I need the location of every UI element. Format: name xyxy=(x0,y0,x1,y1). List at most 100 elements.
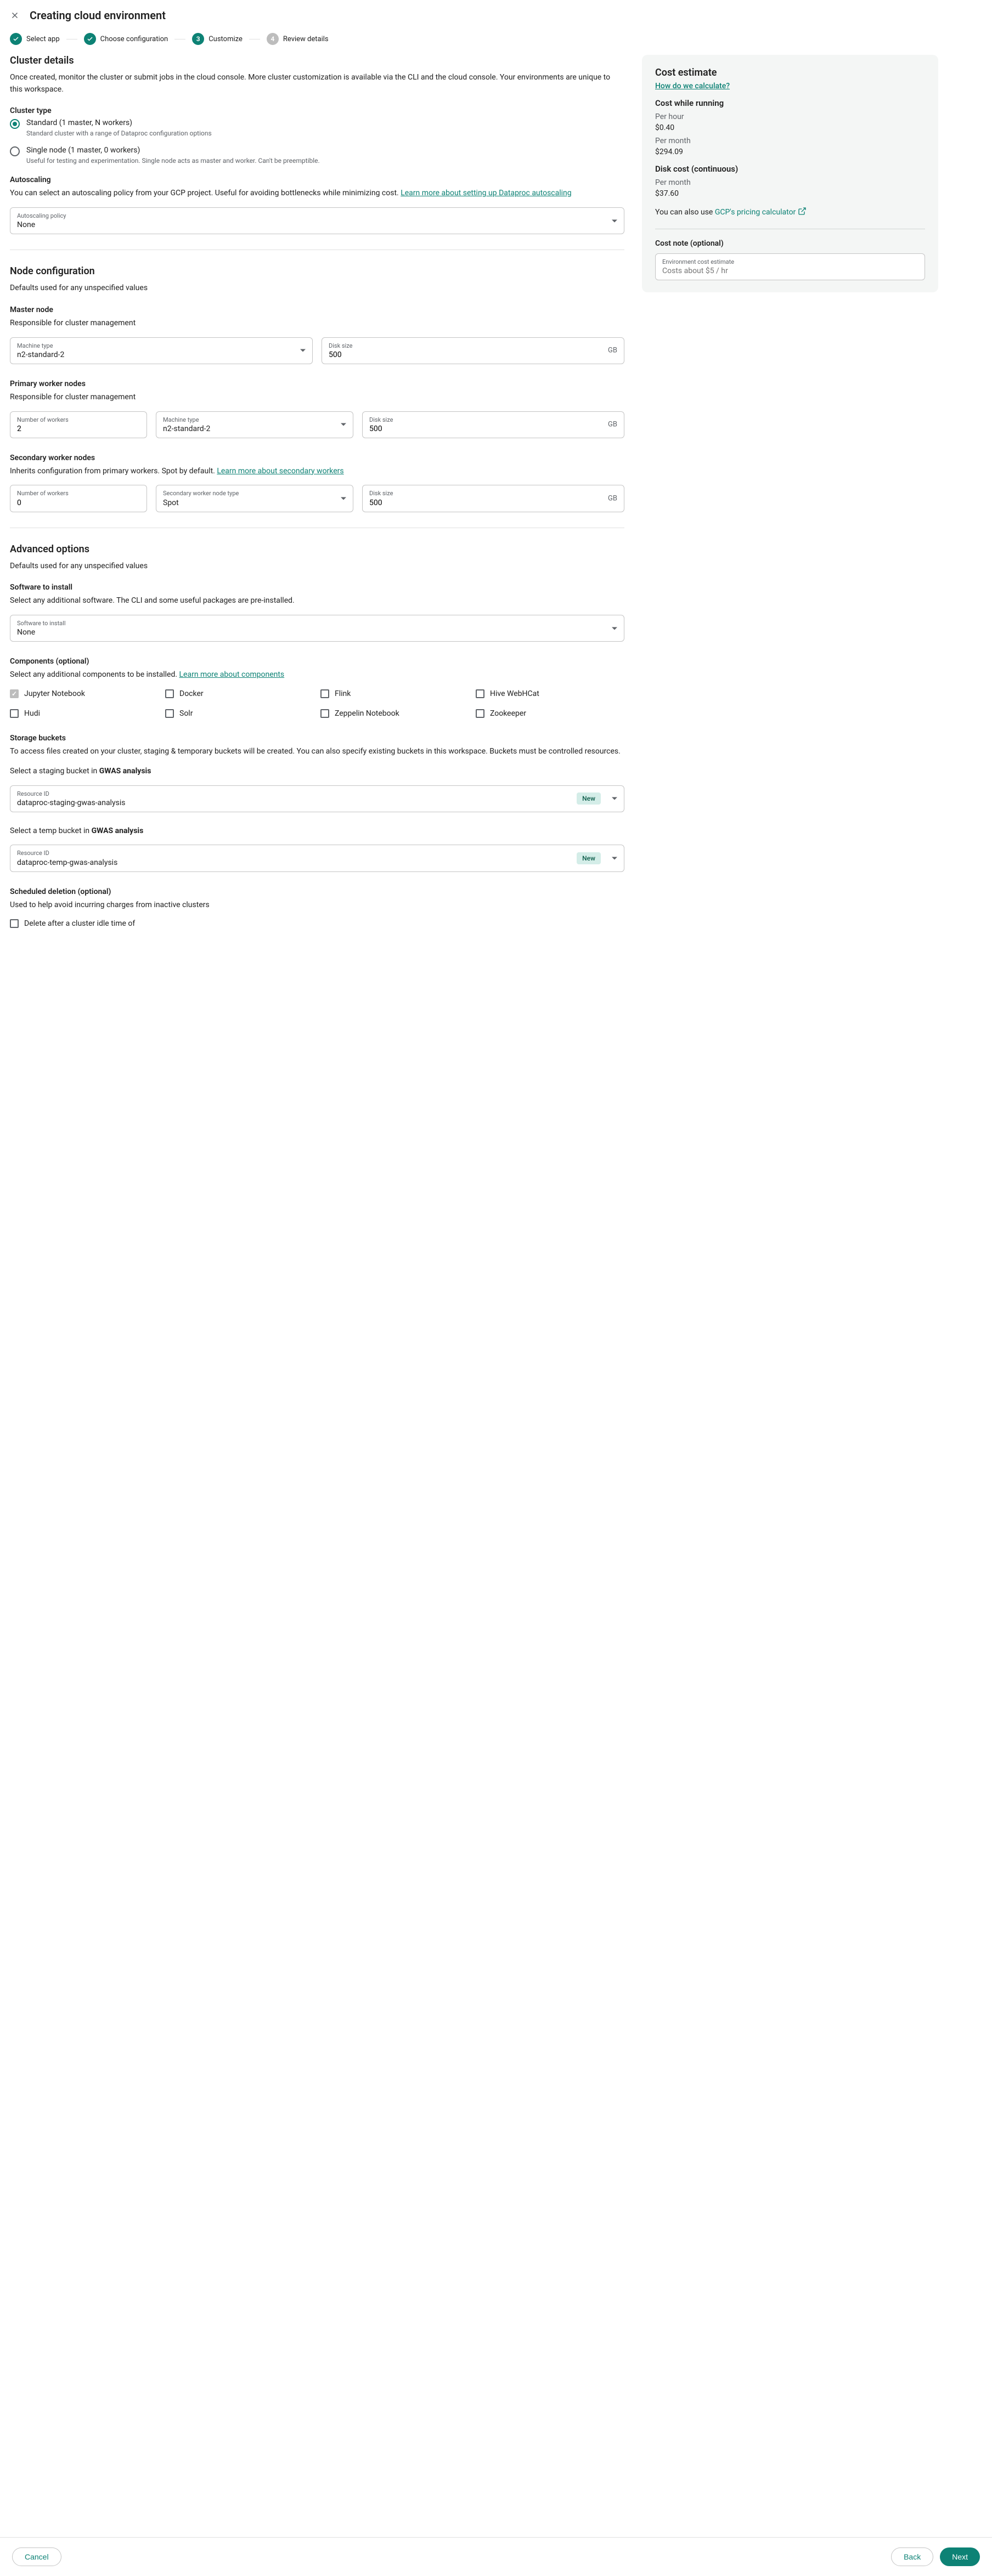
software-heading: Software to install xyxy=(10,583,624,592)
field-value: dataproc-temp-gwas-analysis xyxy=(17,858,604,867)
component-hudi[interactable]: Hudi xyxy=(10,709,159,718)
cost-estimate-card: Cost estimate How do we calculate? Cost … xyxy=(642,55,938,292)
close-icon[interactable] xyxy=(10,10,20,20)
checkbox-label: Flink xyxy=(335,689,351,699)
primary-disk-size-input[interactable]: Disk size GB xyxy=(362,411,624,438)
radio-label: Single node (1 master, 0 workers) xyxy=(26,146,624,155)
field-label: Disk size xyxy=(329,342,604,349)
component-docker[interactable]: Docker xyxy=(165,689,314,699)
disk-cost-heading: Disk cost (continuous) xyxy=(655,164,925,174)
components-learn-more-link[interactable]: Learn more about components xyxy=(179,670,285,679)
back-button[interactable]: Back xyxy=(891,2547,933,2566)
primary-machine-type-select[interactable]: Machine type n2-standard-2 xyxy=(156,411,353,438)
master-disk-size-input[interactable]: Disk size GB xyxy=(322,337,624,364)
cost-note-input[interactable]: Environment cost estimate xyxy=(655,253,925,280)
step-customize[interactable]: 3 Customize xyxy=(192,33,243,45)
secondary-worker-type-select[interactable]: Secondary worker node type Spot xyxy=(156,485,353,512)
software-select[interactable]: Software to install None xyxy=(10,615,624,642)
check-icon xyxy=(84,33,96,45)
secondary-disk-size-input[interactable]: Disk size GB xyxy=(362,485,624,512)
storage-sub: To access files created on your cluster,… xyxy=(10,746,624,758)
chevron-down-icon xyxy=(300,349,306,352)
components-sub: Select any additional components to be i… xyxy=(10,669,624,681)
gcp-pricing-calculator-link[interactable]: GCP's pricing calculator xyxy=(715,208,807,217)
cost-also-text: You can also use GCP's pricing calculato… xyxy=(655,207,925,219)
radio-standard[interactable]: Standard (1 master, N workers) Standard … xyxy=(10,118,624,138)
components-heading: Components (optional) xyxy=(10,657,624,666)
component-zeppelin-notebook[interactable]: Zeppelin Notebook xyxy=(320,709,469,718)
radio-icon xyxy=(10,146,20,156)
secondary-workers-learn-more-link[interactable]: Learn more about secondary workers xyxy=(217,467,343,475)
radio-single-node[interactable]: Single node (1 master, 0 workers) Useful… xyxy=(10,146,624,166)
secondary-worker-count-input[interactable]: Number of workers xyxy=(10,485,147,512)
master-node-sub: Responsible for cluster management xyxy=(10,318,624,330)
per-month-value: $294.09 xyxy=(655,148,925,156)
cluster-details-title: Cluster details xyxy=(10,55,624,66)
field-value: n2-standard-2 xyxy=(17,350,292,359)
chevron-down-icon xyxy=(612,857,617,860)
checkbox-label: Docker xyxy=(179,689,204,699)
field-label: Number of workers xyxy=(17,490,127,497)
cluster-type-heading: Cluster type xyxy=(10,106,624,115)
per-month-label: Per month xyxy=(655,137,925,145)
disk-size-value[interactable] xyxy=(369,424,604,433)
new-badge: New xyxy=(577,792,601,805)
field-value: dataproc-staging-gwas-analysis xyxy=(17,799,604,807)
primary-worker-count-input[interactable]: Number of workers xyxy=(10,411,147,438)
disk-size-value[interactable] xyxy=(369,499,604,507)
step-number: 3 xyxy=(192,33,204,45)
autoscaling-policy-select[interactable]: Autoscaling policy None xyxy=(10,207,624,234)
checkbox-icon xyxy=(476,709,484,718)
unit-label: GB xyxy=(608,421,617,429)
unit-label: GB xyxy=(608,347,617,355)
cancel-button[interactable]: Cancel xyxy=(12,2547,61,2566)
autoscaling-heading: Autoscaling xyxy=(10,175,624,184)
step-label: Select app xyxy=(26,35,60,43)
field-value: None xyxy=(17,220,604,229)
advanced-options-desc: Defaults used for any unspecified values xyxy=(10,561,624,573)
worker-count-value[interactable] xyxy=(17,424,127,433)
component-hive-webhcat[interactable]: Hive WebHCat xyxy=(476,689,624,699)
step-select-app[interactable]: Select app xyxy=(10,33,60,45)
checkbox-icon xyxy=(165,689,174,698)
temp-bucket-select[interactable]: Resource ID dataproc-temp-gwas-analysis … xyxy=(10,845,624,871)
primary-workers-sub: Responsible for cluster management xyxy=(10,392,624,404)
step-label: Choose configuration xyxy=(100,35,168,43)
page-header: Creating cloud environment xyxy=(0,0,992,29)
autoscaling-learn-more-link[interactable]: Learn more about setting up Dataproc aut… xyxy=(401,189,571,197)
field-label: Autoscaling policy xyxy=(17,212,604,219)
cluster-type-radio-group: Standard (1 master, N workers) Standard … xyxy=(10,118,624,166)
cost-note-field[interactable] xyxy=(662,267,918,275)
disk-size-value[interactable] xyxy=(329,350,604,359)
master-machine-type-select[interactable]: Machine type n2-standard-2 xyxy=(10,337,313,364)
field-label: Resource ID xyxy=(17,790,604,797)
staging-bucket-select[interactable]: Resource ID dataproc-staging-gwas-analys… xyxy=(10,785,624,812)
scheduled-deletion-checkbox[interactable]: Delete after a cluster idle time of xyxy=(10,919,624,929)
field-label: Software to install xyxy=(17,620,604,627)
component-zookeeper[interactable]: Zookeeper xyxy=(476,709,624,718)
disk-per-month-value: $37.60 xyxy=(655,189,925,198)
chevron-down-icon xyxy=(341,497,346,500)
worker-count-value[interactable] xyxy=(17,499,127,507)
chevron-down-icon xyxy=(341,423,346,426)
cost-note-heading: Cost note (optional) xyxy=(655,239,925,248)
component-solr[interactable]: Solr xyxy=(165,709,314,718)
checkbox-label: Delete after a cluster idle time of xyxy=(24,919,135,929)
cost-running-heading: Cost while running xyxy=(655,98,925,108)
staging-bucket-prompt: Select a staging bucket in GWAS analysis xyxy=(10,766,624,778)
field-label: Disk size xyxy=(369,416,604,423)
step-choose-configuration[interactable]: Choose configuration xyxy=(84,33,168,45)
node-config-title: Node configuration xyxy=(10,265,624,277)
component-jupyter-notebook[interactable]: Jupyter Notebook xyxy=(10,689,159,699)
scheduled-deletion-heading: Scheduled deletion (optional) xyxy=(10,887,624,896)
autoscaling-desc: You can select an autoscaling policy fro… xyxy=(10,188,624,200)
cost-calculate-link[interactable]: How do we calculate? xyxy=(655,82,730,90)
step-review-details[interactable]: 4 Review details xyxy=(267,33,329,45)
per-hour-value: $0.40 xyxy=(655,123,925,132)
advanced-options-title: Advanced options xyxy=(10,543,624,555)
step-number: 4 xyxy=(267,33,279,45)
page-title: Creating cloud environment xyxy=(30,9,166,22)
per-hour-label: Per hour xyxy=(655,112,925,121)
next-button[interactable]: Next xyxy=(940,2547,980,2566)
component-flink[interactable]: Flink xyxy=(320,689,469,699)
